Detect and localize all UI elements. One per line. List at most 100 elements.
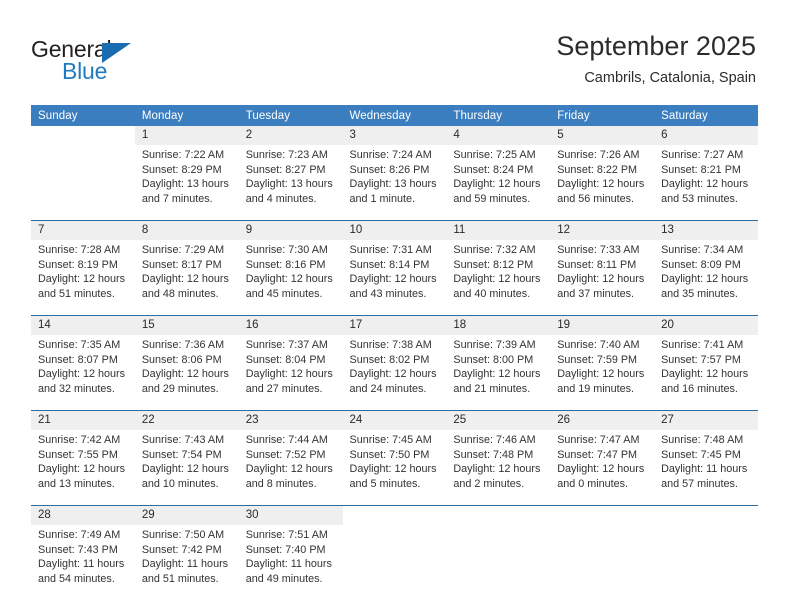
day-info-line: Daylight: 12 hours bbox=[557, 463, 645, 476]
day-info-line: Daylight: 12 hours bbox=[38, 463, 126, 476]
day-info-line: Sunset: 8:29 PM bbox=[141, 163, 222, 176]
day-info-line: Daylight: 12 hours bbox=[661, 178, 749, 191]
day-cell[interactable]: Sunrise: 7:43 AM Sunset: 7:54 PM Daylight:… bbox=[134, 430, 239, 506]
day-cell[interactable]: Sunrise: 7:27 AM Sunset: 8:21 PM Daylight:… bbox=[654, 145, 758, 221]
day-cell-empty bbox=[550, 525, 655, 600]
day-number[interactable]: 5 bbox=[550, 126, 655, 145]
day-info-line: Sunset: 7:48 PM bbox=[453, 448, 534, 461]
day-info-line: Sunrise: 7:37 AM bbox=[245, 339, 328, 351]
day-info-line: Sunset: 7:55 PM bbox=[38, 448, 118, 461]
day-info-line: Sunset: 8:22 PM bbox=[557, 163, 638, 176]
week-detail-row: Sunrise: 7:49 AM Sunset: 7:43 PM Daylight:… bbox=[31, 525, 758, 600]
general-blue-logo[interactable]: General Blue bbox=[31, 36, 171, 88]
day-cell[interactable]: Sunrise: 7:45 AM Sunset: 7:50 PM Daylight:… bbox=[342, 430, 447, 506]
day-number[interactable]: 7 bbox=[31, 220, 135, 240]
day-info-line: Sunset: 7:57 PM bbox=[661, 353, 741, 366]
day-info-line: and 19 minutes. bbox=[557, 382, 635, 395]
day-number[interactable]: 18 bbox=[446, 315, 551, 335]
day-cell[interactable]: Sunrise: 7:37 AM Sunset: 8:04 PM Daylight:… bbox=[238, 335, 343, 411]
day-cell[interactable]: Sunrise: 7:29 AM Sunset: 8:17 PM Daylight:… bbox=[134, 240, 239, 316]
day-cell[interactable]: Sunrise: 7:30 AM Sunset: 8:16 PM Daylight:… bbox=[238, 240, 343, 316]
day-info-line: Daylight: 12 hours bbox=[38, 368, 126, 381]
day-number[interactable]: 8 bbox=[134, 220, 239, 240]
day-number[interactable]: 13 bbox=[654, 220, 758, 240]
day-cell[interactable]: Sunrise: 7:46 AM Sunset: 7:48 PM Daylight:… bbox=[446, 430, 551, 506]
day-number[interactable]: 4 bbox=[446, 126, 551, 145]
day-info-line: Sunset: 8:06 PM bbox=[141, 353, 222, 366]
day-number[interactable]: 21 bbox=[31, 410, 135, 430]
week-daynumber-row: 14 15 16 17 18 19 20 bbox=[31, 315, 758, 335]
weekday-header-wednesday: Wednesday bbox=[342, 105, 447, 126]
day-cell[interactable]: Sunrise: 7:49 AM Sunset: 7:43 PM Daylight:… bbox=[31, 525, 135, 600]
day-cell[interactable]: Sunrise: 7:35 AM Sunset: 8:07 PM Daylight:… bbox=[31, 335, 135, 411]
day-info-line: Sunset: 8:16 PM bbox=[245, 258, 326, 271]
day-number[interactable]: 11 bbox=[446, 220, 551, 240]
day-info-line: Sunrise: 7:44 AM bbox=[245, 434, 328, 446]
day-number[interactable]: 23 bbox=[238, 410, 343, 430]
day-info-line: Sunset: 8:07 PM bbox=[38, 353, 118, 366]
day-number[interactable]: 1 bbox=[134, 126, 239, 145]
day-info-line: Daylight: 12 hours bbox=[557, 178, 645, 191]
day-cell[interactable]: Sunrise: 7:33 AM Sunset: 8:11 PM Daylight:… bbox=[550, 240, 655, 316]
day-cell[interactable]: Sunrise: 7:28 AM Sunset: 8:19 PM Daylight:… bbox=[31, 240, 135, 316]
day-cell[interactable]: Sunrise: 7:24 AM Sunset: 8:26 PM Daylight:… bbox=[342, 145, 447, 221]
day-info-line: Daylight: 12 hours bbox=[141, 463, 229, 476]
day-info-line: Sunrise: 7:30 AM bbox=[245, 244, 328, 256]
day-info-line: Daylight: 11 hours bbox=[661, 463, 748, 476]
day-cell[interactable]: Sunrise: 7:36 AM Sunset: 8:06 PM Daylight:… bbox=[134, 335, 239, 411]
day-cell[interactable]: Sunrise: 7:41 AM Sunset: 7:57 PM Daylight:… bbox=[654, 335, 758, 411]
day-number[interactable]: 14 bbox=[31, 315, 135, 335]
day-number[interactable]: 29 bbox=[134, 505, 239, 525]
day-cell[interactable]: Sunrise: 7:23 AM Sunset: 8:27 PM Daylight:… bbox=[238, 145, 343, 221]
day-info-line: Daylight: 12 hours bbox=[557, 368, 645, 381]
day-cell[interactable]: Sunrise: 7:31 AM Sunset: 8:14 PM Daylight:… bbox=[342, 240, 447, 316]
day-number[interactable]: 19 bbox=[550, 315, 655, 335]
day-cell[interactable]: Sunrise: 7:42 AM Sunset: 7:55 PM Daylight:… bbox=[31, 430, 135, 506]
day-number[interactable]: 22 bbox=[134, 410, 239, 430]
day-cell[interactable]: Sunrise: 7:48 AM Sunset: 7:45 PM Daylight:… bbox=[654, 430, 758, 506]
day-number[interactable]: 3 bbox=[342, 126, 447, 145]
day-info-line: Sunrise: 7:26 AM bbox=[557, 149, 640, 161]
day-cell[interactable]: Sunrise: 7:34 AM Sunset: 8:09 PM Daylight:… bbox=[654, 240, 758, 316]
day-number[interactable]: 28 bbox=[31, 505, 135, 525]
day-number[interactable]: 15 bbox=[134, 315, 239, 335]
day-info-line: Sunrise: 7:38 AM bbox=[349, 339, 432, 351]
day-cell[interactable]: Sunrise: 7:25 AM Sunset: 8:24 PM Daylight:… bbox=[446, 145, 551, 221]
day-cell[interactable]: Sunrise: 7:26 AM Sunset: 8:22 PM Daylight:… bbox=[550, 145, 655, 221]
day-info-line: Sunrise: 7:24 AM bbox=[349, 149, 432, 161]
day-number[interactable]: 25 bbox=[446, 410, 551, 430]
day-cell[interactable]: Sunrise: 7:39 AM Sunset: 8:00 PM Daylight:… bbox=[446, 335, 551, 411]
day-info-line: Daylight: 12 hours bbox=[661, 273, 749, 286]
day-cell[interactable]: Sunrise: 7:22 AM Sunset: 8:29 PM Daylight:… bbox=[134, 145, 239, 221]
day-number[interactable]: 16 bbox=[238, 315, 343, 335]
day-number[interactable]: 20 bbox=[654, 315, 758, 335]
day-info-line: Sunrise: 7:27 AM bbox=[661, 149, 744, 161]
day-cell-empty bbox=[342, 525, 447, 600]
day-number[interactable]: 12 bbox=[550, 220, 655, 240]
day-number[interactable]: 24 bbox=[342, 410, 447, 430]
day-number[interactable]: 6 bbox=[654, 126, 758, 145]
day-info-line: Sunset: 8:26 PM bbox=[349, 163, 430, 176]
day-number[interactable]: 26 bbox=[550, 410, 655, 430]
day-info-line: Daylight: 11 hours bbox=[38, 558, 125, 571]
day-number[interactable]: 27 bbox=[654, 410, 758, 430]
day-cell[interactable]: Sunrise: 7:50 AM Sunset: 7:42 PM Daylight:… bbox=[134, 525, 239, 600]
day-info-line: and 2 minutes. bbox=[453, 477, 525, 490]
day-info-line: Sunrise: 7:32 AM bbox=[453, 244, 536, 256]
day-info-line: and 57 minutes. bbox=[661, 477, 738, 490]
calendar-body: 123456 Sunrise: 7:22 AM Sunset: 8:29 PM Da… bbox=[31, 126, 758, 600]
day-cell[interactable]: Sunrise: 7:44 AM Sunset: 7:52 PM Daylight:… bbox=[238, 430, 343, 506]
day-cell[interactable]: Sunrise: 7:51 AM Sunset: 7:40 PM Daylight:… bbox=[238, 525, 343, 600]
day-number[interactable]: 2 bbox=[238, 126, 343, 145]
day-cell[interactable]: Sunrise: 7:32 AM Sunset: 8:12 PM Daylight:… bbox=[446, 240, 551, 316]
day-number[interactable]: 10 bbox=[342, 220, 447, 240]
day-info-line: Sunrise: 7:47 AM bbox=[557, 434, 640, 446]
day-number[interactable]: 17 bbox=[342, 315, 447, 335]
day-number[interactable]: 9 bbox=[238, 220, 343, 240]
day-cell[interactable]: Sunrise: 7:38 AM Sunset: 8:02 PM Daylight:… bbox=[342, 335, 447, 411]
day-cell[interactable]: Sunrise: 7:47 AM Sunset: 7:47 PM Daylight:… bbox=[550, 430, 655, 506]
day-cell[interactable]: Sunrise: 7:40 AM Sunset: 7:59 PM Daylight:… bbox=[550, 335, 655, 411]
day-number[interactable]: 30 bbox=[238, 505, 343, 525]
day-info-line: Daylight: 12 hours bbox=[349, 463, 437, 476]
weekday-header-row: Sunday Monday Tuesday Wednesday Thursday Frid… bbox=[31, 105, 758, 126]
